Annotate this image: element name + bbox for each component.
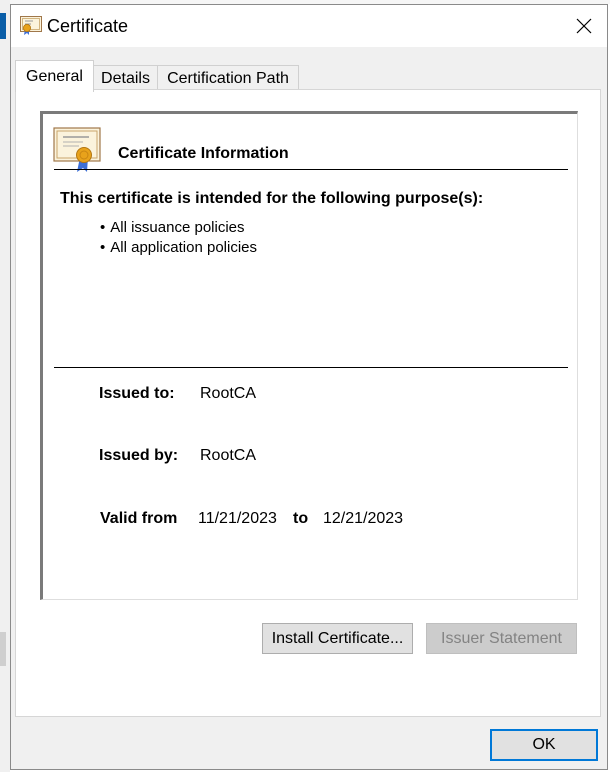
tab-details[interactable]: Details <box>93 65 158 91</box>
purpose-item: All issuance policies <box>100 218 257 238</box>
purpose-list: All issuance policies All application po… <box>100 218 257 258</box>
valid-to-value: 12/21/2023 <box>323 510 404 527</box>
close-button[interactable] <box>561 5 607 47</box>
issuer-statement-button[interactable]: Issuer Statement <box>426 623 577 654</box>
background-window-element <box>0 632 6 666</box>
general-tab-panel: Certificate Information This certificate… <box>15 89 601 717</box>
tab-certification-path[interactable]: Certification Path <box>157 65 299 91</box>
issued-to-value: RootCA <box>200 385 257 402</box>
certificate-icon <box>20 16 42 35</box>
certificate-dialog: Certificate General Details Certificatio… <box>10 4 608 770</box>
background-window-accent <box>0 13 6 39</box>
valid-from-label: Valid from <box>100 510 178 527</box>
issued-by-label: Issued by: <box>99 447 179 464</box>
certificate-info-box: Certificate Information This certificate… <box>40 111 578 600</box>
issued-to-label: Issued to: <box>99 385 175 402</box>
ok-button[interactable]: OK <box>490 729 598 761</box>
purpose-heading: This certificate is intended for the fol… <box>60 190 484 207</box>
certificate-info-title: Certificate Information <box>118 145 289 162</box>
title-bar: Certificate <box>11 5 607 47</box>
purpose-item: All application policies <box>100 238 257 258</box>
tab-general[interactable]: General <box>15 60 94 92</box>
valid-to-label: to <box>293 510 309 527</box>
issued-by-value: RootCA <box>200 447 257 464</box>
window-title: Certificate <box>47 16 129 36</box>
close-icon <box>576 18 592 34</box>
background-window-edge <box>0 0 10 772</box>
divider <box>54 367 568 368</box>
install-certificate-button[interactable]: Install Certificate... <box>262 623 413 654</box>
valid-from-value: 11/21/2023 <box>198 510 277 527</box>
certificate-icon <box>53 127 101 172</box>
divider <box>54 169 568 170</box>
